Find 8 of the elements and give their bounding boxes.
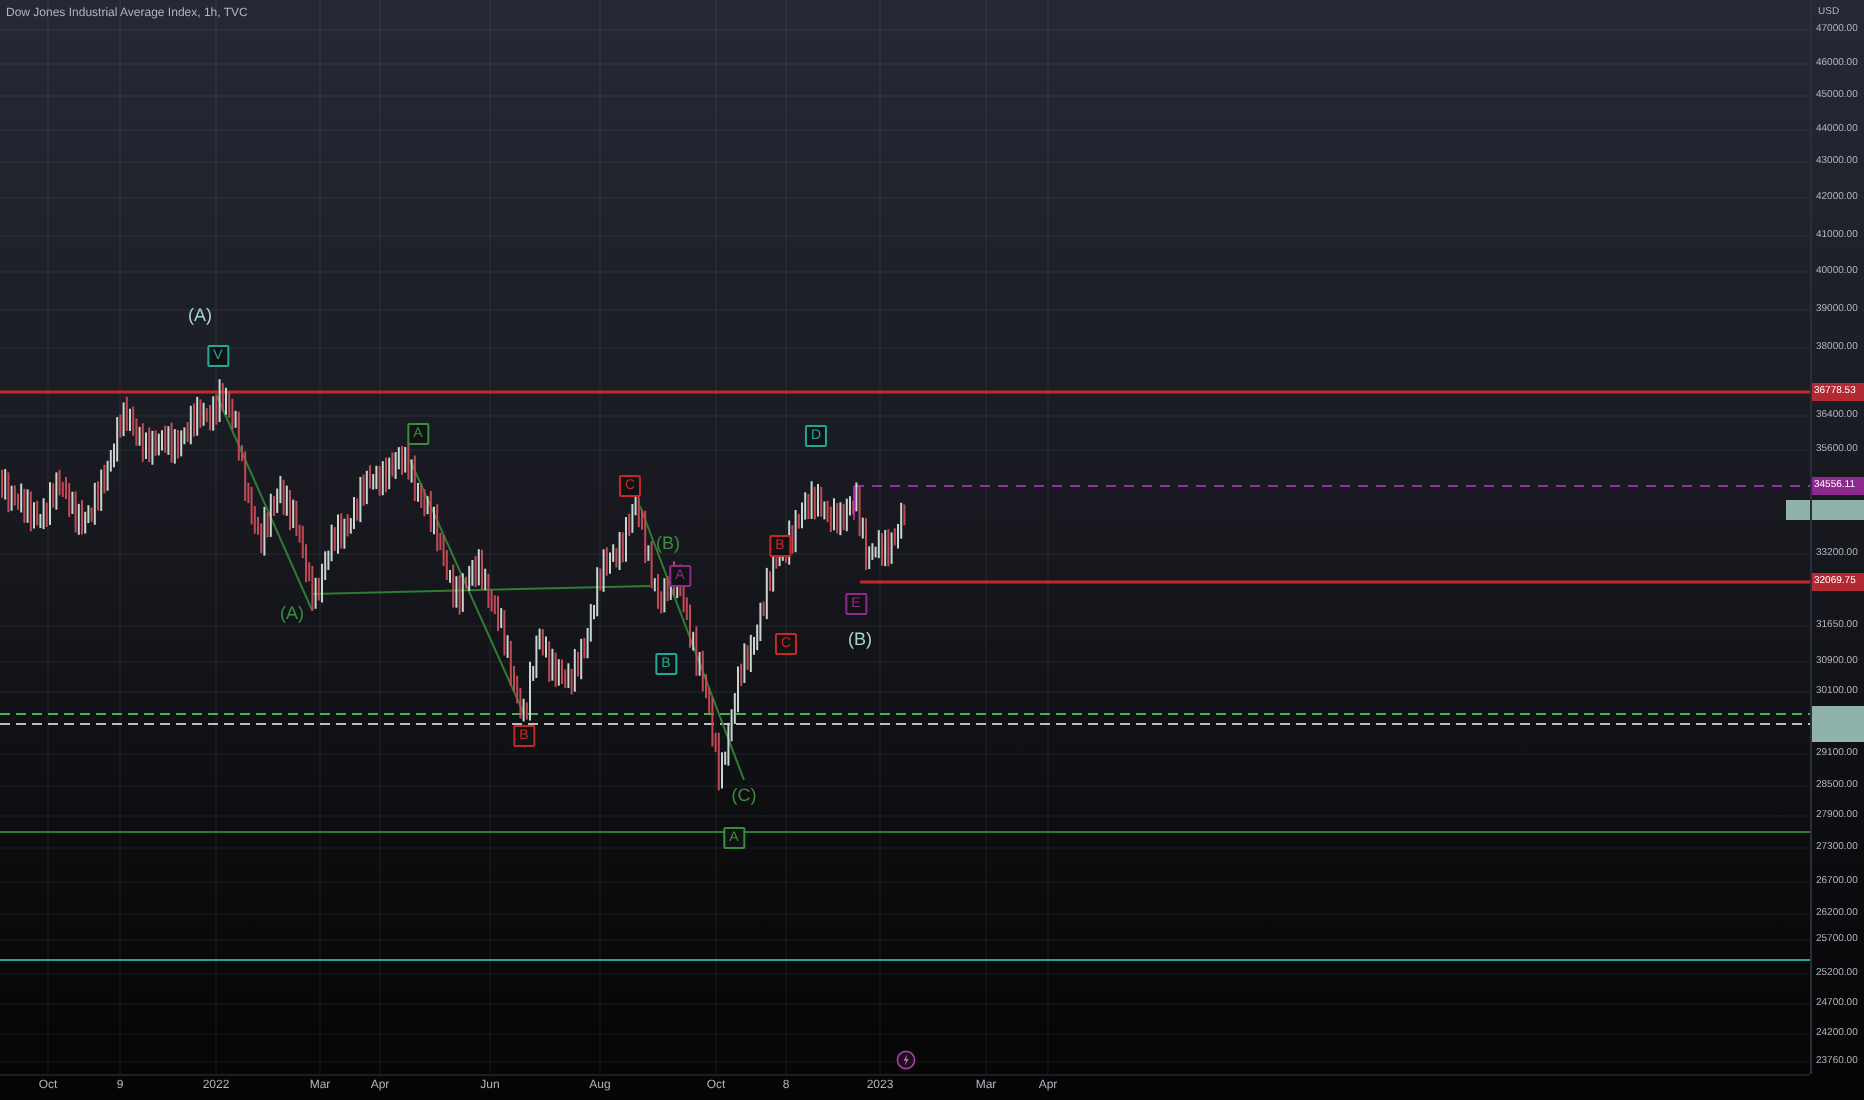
wave-label: (A) (188, 307, 212, 325)
wave-label: (B) (656, 535, 680, 553)
lightning-icon[interactable] (896, 1050, 916, 1070)
wave-label: (C) (731, 787, 757, 805)
price-range-marker (1812, 706, 1864, 742)
vertical-marker-line (853, 485, 855, 521)
wave-label: (B) (848, 631, 872, 649)
wave-label: (A) (280, 605, 304, 623)
